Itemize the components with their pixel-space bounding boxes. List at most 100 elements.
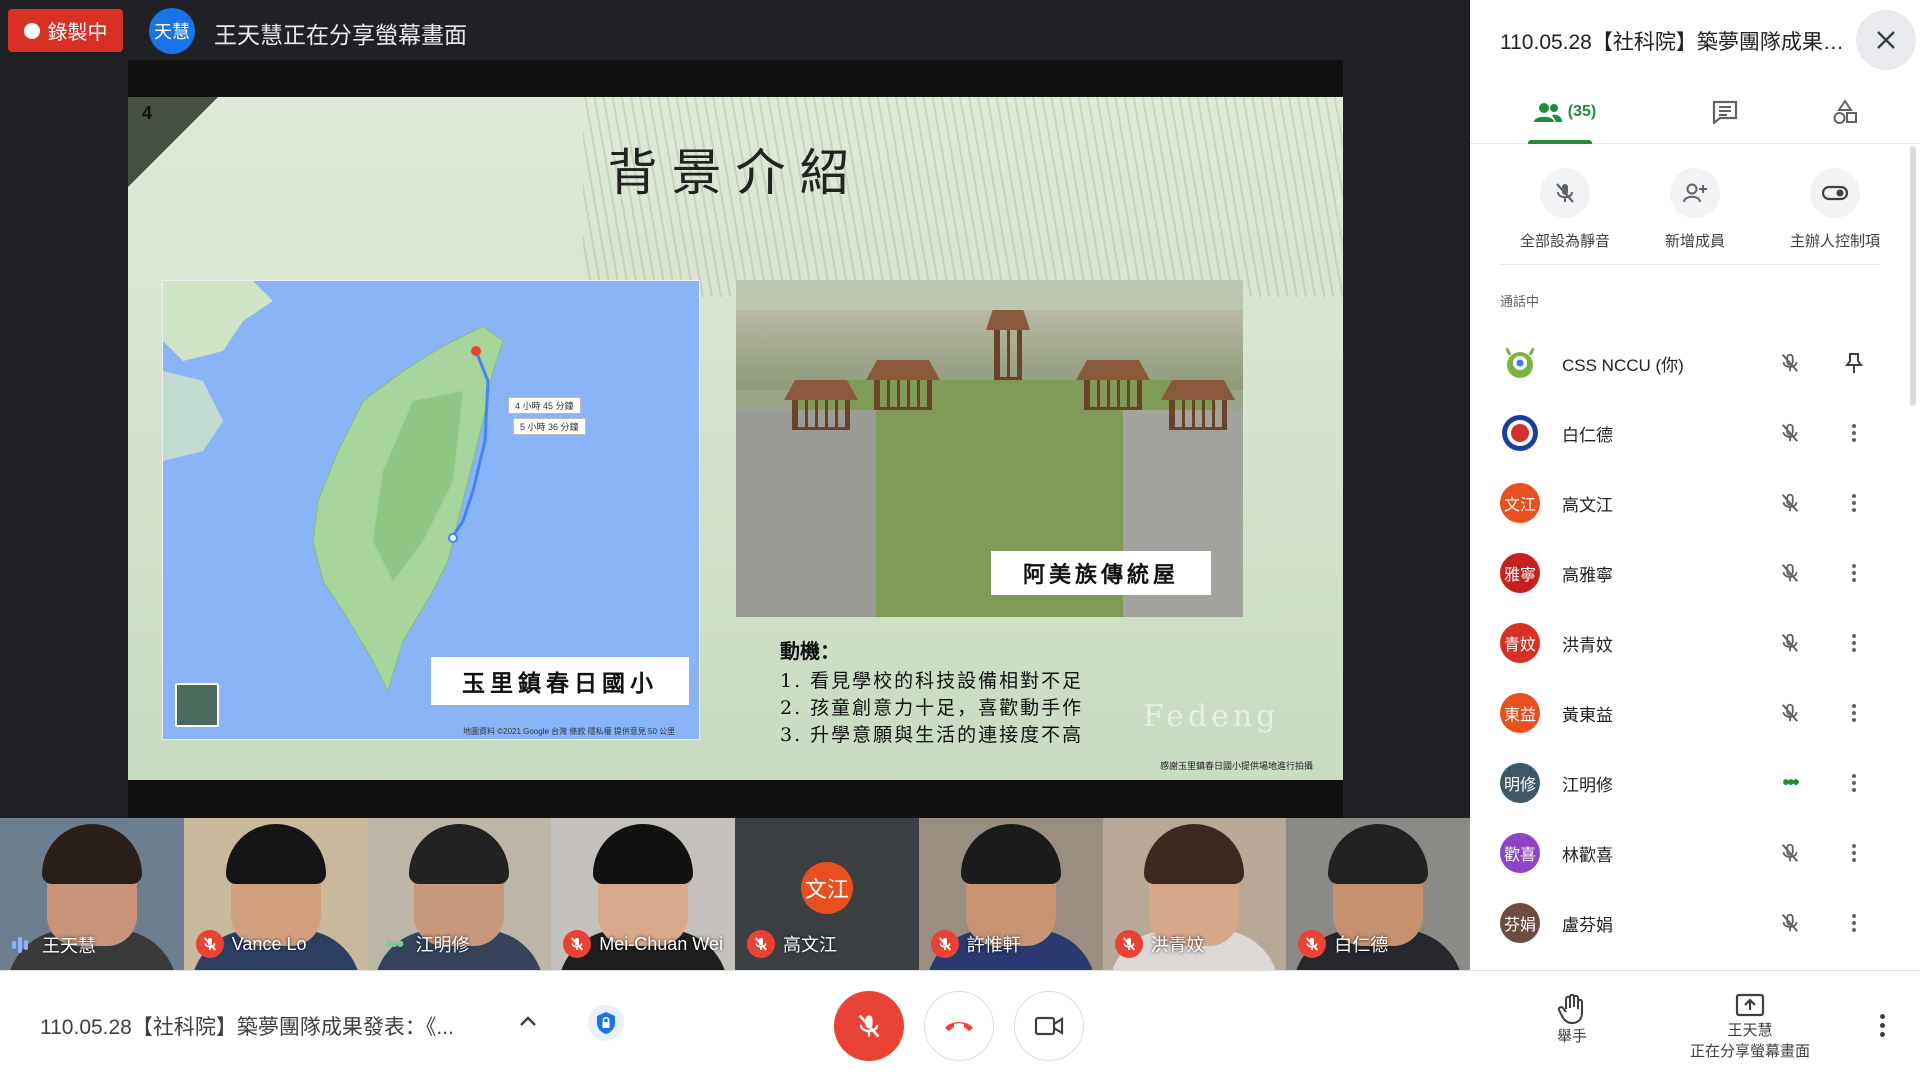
participant-video-hair	[41, 824, 142, 884]
more-options-button[interactable]	[1870, 1007, 1894, 1043]
pin-button[interactable]	[1840, 349, 1868, 377]
presenting-status-label: 正在分享螢幕畫面	[1689, 1043, 1810, 1060]
participant-row[interactable]: 芬娟 盧芬娟	[1470, 888, 1910, 958]
panel-close-button[interactable]	[1856, 10, 1916, 70]
raise-hand-label: 舉手	[1556, 1028, 1587, 1045]
add-person-icon	[1683, 183, 1707, 203]
participant-avatar	[1500, 413, 1540, 453]
camera-toggle-button[interactable]	[1014, 991, 1084, 1061]
presenter-avatar: 天慧	[149, 8, 195, 54]
participant-row[interactable]: 歡喜 林歡喜	[1470, 818, 1910, 888]
panel-tabs: (35)	[1470, 80, 1920, 144]
participant-avatar: 東益	[1500, 693, 1540, 733]
more-options-button[interactable]	[1840, 629, 1868, 657]
mic-off-icon	[1556, 183, 1574, 203]
more-options-button[interactable]	[1840, 909, 1868, 937]
panel-scrollbar[interactable]	[1910, 146, 1916, 406]
shield-lock-icon	[597, 1012, 615, 1034]
mute-all-button[interactable]: 全部設為靜音	[1500, 168, 1630, 251]
participant-video-hair	[593, 824, 694, 884]
chat-icon	[1712, 100, 1738, 124]
motive-item-3: 3. 升學意願與生活的連接度不高	[780, 724, 1084, 746]
mic-off-icon[interactable]	[1776, 699, 1804, 727]
mic-off-icon[interactable]	[1776, 419, 1804, 447]
recording-badge[interactable]: 錄製中	[8, 9, 123, 52]
mic-off-icon[interactable]	[1776, 489, 1804, 517]
in-call-section-label: 通話中	[1500, 294, 1540, 309]
raise-hand-button[interactable]: 舉手	[1548, 993, 1596, 1046]
mic-off-icon	[930, 930, 959, 958]
mic-off-icon[interactable]	[1776, 839, 1804, 867]
participant-tile[interactable]: 白仁德	[1286, 818, 1470, 970]
leave-call-button[interactable]	[924, 991, 994, 1061]
more-options-button[interactable]	[1840, 489, 1868, 517]
participant-thumbnail-strip: 王天慧 Vance Lo ••• 江明修 Mei-Chuan Wei 文江 高文江 許惟軒 洪青…	[0, 818, 1470, 970]
participant-name: 江明修	[1562, 776, 1613, 795]
participant-tile[interactable]: Vance Lo	[183, 818, 368, 970]
divider	[1500, 264, 1880, 265]
participant-avatar: 歡喜	[1500, 833, 1540, 873]
participant-name: 高雅寧	[1562, 566, 1613, 585]
participant-name: CSS NCCU (你)	[1562, 356, 1684, 375]
participant-avatar: 芬娟	[1500, 903, 1540, 943]
toggle-icon	[1822, 185, 1848, 201]
participant-name: 高文江	[783, 935, 837, 955]
photo-caption: 阿美族傳統屋	[991, 551, 1211, 595]
host-controls-button[interactable]: 主辦人控制項	[1770, 168, 1900, 251]
participant-row[interactable]: 東益 黃東益	[1470, 678, 1910, 748]
tab-activities[interactable]	[1790, 80, 1900, 144]
participant-avatar: 文江	[1500, 483, 1540, 523]
mic-off-icon[interactable]	[1776, 349, 1804, 377]
route-time-1: 4 小時 45 分鐘	[508, 397, 581, 414]
participant-video-hair	[1328, 824, 1429, 884]
participant-tile[interactable]: Mei-Chuan Wei	[551, 818, 735, 970]
meeting-safety-button[interactable]	[588, 1005, 624, 1041]
recording-label: 錄製中	[47, 22, 108, 44]
mic-off-icon[interactable]	[1776, 559, 1804, 587]
speaking-indicator-icon	[12, 934, 34, 956]
meeting-details-button[interactable]	[514, 1007, 542, 1035]
participant-name: 江明修	[415, 935, 470, 955]
more-options-button[interactable]	[1840, 559, 1868, 587]
avatar-initials: 雅寧	[1503, 567, 1536, 584]
microphone-toggle-button[interactable]	[834, 991, 904, 1061]
more-options-button[interactable]	[1840, 769, 1868, 797]
participant-tile[interactable]: 文江 高文江	[735, 818, 919, 970]
participant-row[interactable]: 明修 江明修 •••	[1470, 748, 1910, 818]
map-satellite-thumbnail	[175, 683, 219, 727]
participant-row[interactable]: 文江 高文江	[1470, 468, 1910, 538]
route-time-2: 5 小時 36 分鐘	[513, 418, 586, 435]
add-people-button[interactable]: 新增成員	[1630, 168, 1760, 251]
participant-avatar: 雅寧	[1500, 553, 1540, 593]
participant-tile[interactable]: 許惟軒	[918, 818, 1103, 970]
presenting-button[interactable]: 王天慧 正在分享螢幕畫面	[1680, 993, 1820, 1061]
participant-tile[interactable]: ••• 江明修	[367, 818, 552, 970]
participant-tile[interactable]: 王天慧	[0, 818, 184, 970]
mic-off-icon[interactable]	[1776, 629, 1804, 657]
participant-row[interactable]: 青妏 洪青妏	[1470, 608, 1910, 678]
phone-hangup-icon	[945, 1022, 973, 1031]
mute-all-label: 全部設為靜音	[1519, 233, 1610, 250]
tab-people[interactable]: (35)	[1510, 80, 1620, 144]
slide-signature: Fedeng	[1143, 699, 1280, 734]
pin-icon	[1845, 353, 1863, 373]
avatar-initials: 歡喜	[1503, 847, 1536, 864]
slide-credit: 感謝玉里鎮春日國小提供場地進行拍攝	[1159, 761, 1313, 771]
activities-icon	[1833, 99, 1857, 124]
people-panel: 110.05.28【社科院】築夢團隊成果發表：《社會創新實踐》 (35)	[1470, 0, 1920, 970]
more-options-button[interactable]	[1840, 419, 1868, 447]
participant-row[interactable]: 白仁德	[1470, 398, 1910, 468]
more-horiz-icon: •••	[1782, 771, 1799, 794]
participant-tile[interactable]: 洪青妏	[1102, 818, 1287, 970]
avatar-initials: 東益	[1503, 707, 1536, 724]
tab-chat[interactable]	[1670, 80, 1780, 144]
participant-avatar: 青妏	[1500, 623, 1540, 663]
more-options-button[interactable]	[1840, 839, 1868, 867]
participant-row[interactable]: CSS NCCU (你)	[1470, 328, 1910, 398]
slide: 4 背景介紹 4 小時 45 分鐘 5 小時 36 分鐘 玉里鎮春日國小 地圖資…	[128, 97, 1343, 780]
hut-3	[1076, 360, 1150, 410]
meeting-title[interactable]: 110.05.28【社科院】築夢團隊成果發表：《...	[40, 1011, 454, 1041]
more-options-button[interactable]	[1840, 699, 1868, 727]
participant-row[interactable]: 雅寧 高雅寧	[1470, 538, 1910, 608]
mic-off-icon[interactable]	[1776, 909, 1804, 937]
